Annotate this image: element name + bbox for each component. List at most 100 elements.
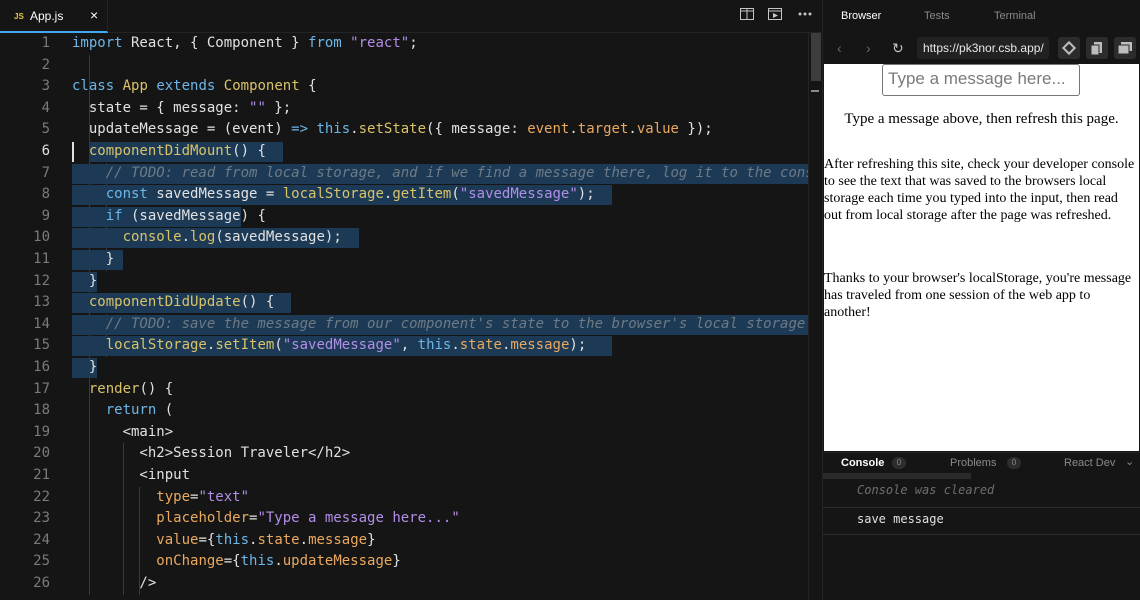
line-number: 12 (33, 272, 50, 289)
code-line[interactable]: 11 } (0, 249, 808, 271)
line-number: 7 (41, 164, 50, 181)
code-line[interactable]: 1 import React, { Component } from "react… (0, 33, 808, 55)
more-icon[interactable] (797, 8, 813, 24)
console-count-badge: 0 (892, 457, 906, 469)
editor-tab-bar: JS App.js × (0, 0, 822, 33)
code-editor[interactable]: JS App.js × 1 import React, { Component }… (0, 0, 822, 600)
code-line[interactable]: 4 state = { message: "" }; (0, 98, 808, 120)
code-text: import React, { Component } from "react"… (72, 35, 418, 51)
code-line[interactable]: 19 <main> (0, 422, 808, 444)
code-line[interactable]: 12 } (0, 271, 808, 293)
code-line[interactable]: 16 } (0, 357, 808, 379)
line-number: 18 (33, 402, 50, 419)
chevron-down-icon[interactable]: ⌄ (1125, 455, 1134, 468)
code-area[interactable]: 1 import React, { Component } from "react… (0, 33, 808, 600)
code-text: return ( (105, 402, 174, 419)
preview-icon[interactable] (767, 8, 783, 24)
instruction-text: Type a message above, then refresh this … (844, 111, 1119, 127)
line-number: 16 (33, 359, 50, 375)
code-text: placeholder="Type a message here..." (156, 510, 460, 527)
code-text: const savedMessage = localStorage.getIte… (105, 186, 595, 203)
tab-terminal[interactable]: Terminal (994, 10, 1036, 22)
open-window-icon[interactable] (1114, 37, 1136, 59)
code-line[interactable]: 21 <input (0, 465, 808, 487)
devtools-icon[interactable] (1058, 37, 1080, 59)
overview-ruler-mark (811, 90, 819, 92)
code-text: <h2>Session Traveler</h2> (72, 445, 351, 462)
code-text: updateMessage = (event) => this.setState… (72, 121, 713, 138)
console-tabs: Console 0 Problems 0 React Dev ⌄ (823, 452, 1140, 474)
file-tab-label: App.js (30, 9, 64, 23)
line-number: 20 (33, 445, 50, 462)
code-line[interactable]: 23 placeholder="Type a message here..." (0, 508, 808, 530)
code-text: value={this.state.message} (156, 531, 376, 548)
split-view-icon[interactable] (739, 8, 755, 24)
code-line[interactable]: 6 componentDidMount() { (0, 141, 808, 163)
line-number: 23 (33, 510, 50, 527)
code-line[interactable]: 5 updateMessage = (event) => this.setSta… (0, 119, 808, 141)
line-number: 15 (33, 337, 50, 354)
code-text: } (72, 359, 98, 375)
code-text: // TODO: read from local storage, and if… (72, 164, 808, 181)
code-line[interactable]: 8 const savedMessage = localStorage.getI… (0, 184, 808, 206)
code-text: /> (72, 575, 157, 591)
code-line[interactable]: 17 render() { (0, 379, 808, 401)
line-number: 13 (33, 294, 50, 311)
message-input[interactable]: Type a message here... (882, 64, 1080, 96)
code-text: class App extends Component { (72, 78, 317, 95)
js-file-icon: JS (14, 12, 24, 21)
code-text: type="text" (156, 488, 250, 505)
code-line[interactable]: 22 type="text" (0, 487, 808, 509)
code-line[interactable]: 26 /> (0, 573, 808, 595)
code-line[interactable]: 9 if (savedMessage) { (0, 206, 808, 228)
scrollbar-thumb[interactable] (811, 33, 821, 81)
line-number: 2 (41, 56, 50, 73)
file-tab-app-js[interactable]: JS App.js × (0, 0, 108, 33)
code-line[interactable]: 20 <h2>Session Traveler</h2> (0, 443, 808, 465)
line-number: 19 (33, 423, 50, 440)
line-number: 3 (41, 78, 50, 95)
close-icon[interactable]: × (90, 7, 98, 23)
code-text: componentDidUpdate() { (88, 294, 275, 311)
line-number: 26 (33, 575, 50, 591)
copy-icon[interactable] (1086, 37, 1108, 59)
code-line[interactable]: 24 value={this.state.message} (0, 530, 808, 552)
line-number: 9 (41, 207, 50, 224)
code-line[interactable]: 18 return ( (0, 400, 808, 422)
code-text: localStorage.setItem("savedMessage", thi… (105, 337, 587, 354)
console-tabs-scrollbar[interactable] (823, 473, 971, 479)
tab-problems[interactable]: Problems (950, 457, 996, 469)
forward-icon[interactable]: › (866, 40, 871, 56)
line-number: 5 (41, 121, 50, 138)
line-number: 6 (41, 143, 50, 159)
line-number: 21 (33, 467, 50, 483)
code-text: } (72, 251, 115, 267)
preview-panel: Browser Tests Terminal ‹ › ↻ https://pk3… (822, 0, 1140, 600)
code-line[interactable]: 10 console.log(savedMessage); (0, 227, 808, 249)
tab-tests[interactable]: Tests (924, 10, 950, 22)
code-line[interactable]: 15 localStorage.setItem("savedMessage", … (0, 335, 808, 357)
line-number: 22 (33, 488, 50, 505)
refresh-icon[interactable]: ↻ (892, 40, 904, 56)
tab-console[interactable]: Console (841, 457, 884, 469)
console-cleared-message: Console was cleared (823, 483, 1140, 508)
back-icon[interactable]: ‹ (837, 40, 842, 56)
code-text: console.log(savedMessage); (122, 229, 342, 246)
line-number: 14 (33, 315, 50, 332)
url-field[interactable]: https://pk3nor.csb.app/ (917, 37, 1049, 59)
code-line[interactable]: 14 // TODO: save the message from our co… (0, 314, 808, 336)
tab-react-devtools[interactable]: React Dev (1064, 457, 1115, 469)
editor-scrollbar[interactable] (808, 33, 822, 600)
code-text: state = { message: "" }; (72, 99, 292, 116)
browser-preview: Type a message here... Type a message ab… (824, 64, 1139, 451)
code-text: } (72, 272, 98, 289)
console-cleared-text: Console was cleared (857, 483, 995, 497)
code-line[interactable]: 13 componentDidUpdate() { (0, 292, 808, 314)
tab-browser[interactable]: Browser (841, 10, 881, 22)
code-line[interactable]: 7 // TODO: read from local storage, and … (0, 163, 808, 185)
code-line[interactable]: 25 onChange={this.updateMessage} (0, 551, 808, 573)
code-line[interactable]: 3 class App extends Component { (0, 76, 808, 98)
code-line[interactable]: 2 (0, 55, 808, 77)
preview-paragraph-1: After refreshing this site, check your d… (824, 157, 1135, 223)
code-text: <main> (72, 423, 174, 440)
